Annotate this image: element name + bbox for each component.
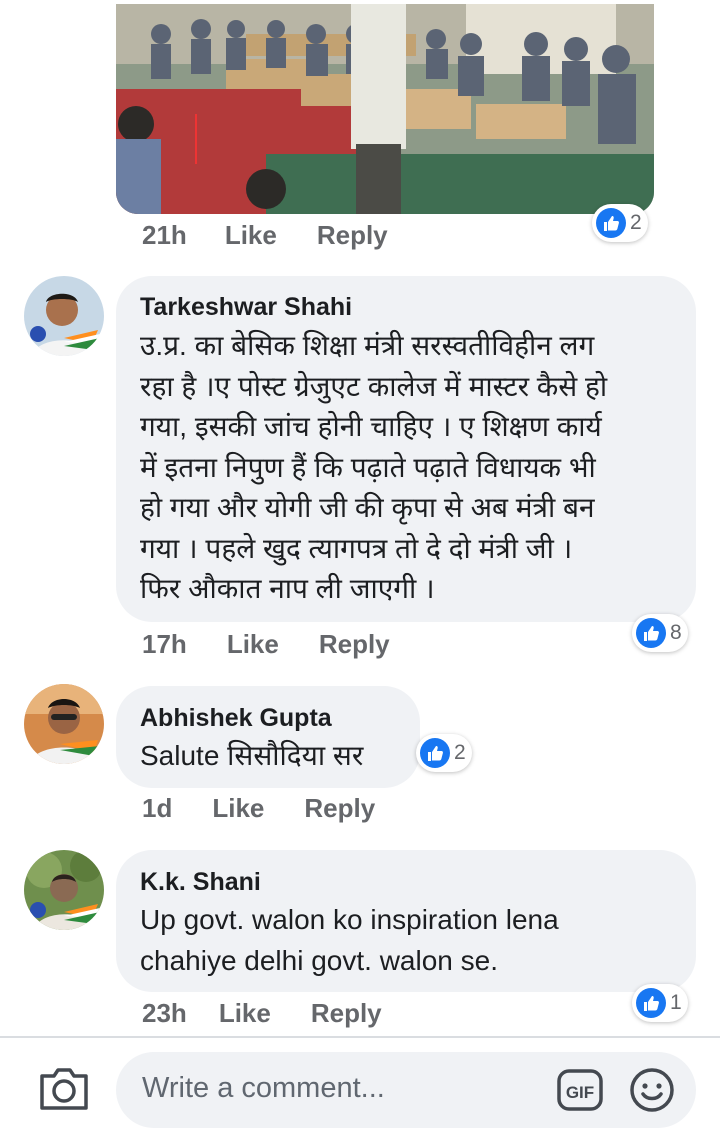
camera-icon[interactable]: [38, 1064, 90, 1112]
like-icon: [635, 987, 667, 1019]
comment-text: Salute सिसौदिया सर: [140, 736, 363, 777]
gif-icon[interactable]: GIF: [556, 1066, 604, 1114]
comment-meta: 1d Like Reply: [142, 788, 375, 828]
comment-line: Salute सिसौदिया सर: [140, 740, 364, 771]
post-reply-link[interactable]: Reply: [317, 220, 388, 251]
comment-time: 17h: [142, 628, 187, 659]
comment-reply-link[interactable]: Reply: [304, 793, 375, 824]
reaction-count: 2: [454, 741, 466, 764]
like-icon: [419, 737, 451, 769]
comment-line: गया । पहले खुद त्यागपत्र तो दे दो मंत्री…: [140, 532, 573, 564]
comment-bubble: Abhishek Gupta Salute सिसौदिया सर: [116, 686, 420, 788]
reaction-count: 8: [670, 621, 682, 644]
comment-line: फिर औकात नाप ली जाएगी ।: [140, 573, 435, 604]
comment-author[interactable]: Abhishek Gupta: [140, 704, 332, 733]
comment-reply-link[interactable]: Reply: [311, 998, 382, 1029]
post-reaction-count[interactable]: 2: [592, 204, 648, 242]
comment-author[interactable]: Tarkeshwar Shahi: [140, 293, 352, 322]
comment-bubble: K.k. Shani Up govt. walon ko inspiration…: [116, 850, 696, 992]
comment-line: Up govt. walon ko inspiration lena: [140, 904, 559, 935]
comment-meta: 17h Like Reply: [142, 624, 390, 664]
comment-like-link[interactable]: Like: [219, 998, 271, 1029]
composer-divider: [0, 1036, 720, 1038]
comment-text: Up govt. walon ko inspiration lena chahi…: [140, 900, 559, 981]
post-like-link[interactable]: Like: [225, 220, 277, 251]
comment-meta: 23h Like Reply: [142, 993, 382, 1033]
comment-line: chahiye delhi govt. walon se.: [140, 944, 498, 976]
comment-reaction-count[interactable]: 2: [416, 734, 472, 772]
comment-like-link[interactable]: Like: [212, 793, 264, 824]
comment-like-link[interactable]: Like: [227, 629, 279, 660]
comment-reply-link[interactable]: Reply: [319, 629, 390, 660]
comment-time: 1d: [142, 792, 173, 823]
comment-composer[interactable]: Write a comment... GIF: [116, 1052, 696, 1128]
comment-reaction-count[interactable]: 8: [632, 614, 688, 652]
comment-line: में इतना निपुण हैं कि पढ़ाते पढ़ाते विधा…: [140, 451, 596, 483]
comment-text: उ.प्र. का बेसिक शिक्षा मंत्री सरस्वतीविह…: [140, 326, 607, 610]
comment-time: 23h: [142, 997, 187, 1028]
smile-icon[interactable]: [628, 1066, 676, 1114]
gif-label: GIF: [566, 1083, 594, 1102]
comment-line: हो गया और योगी जी की कृपा से अब मंत्री ब…: [140, 492, 595, 523]
comment-author[interactable]: K.k. Shani: [140, 868, 261, 897]
post-photo[interactable]: [116, 4, 654, 214]
post-meta: 21h Like Reply: [142, 215, 388, 255]
comment-line: रहा है ।ए पोस्ट ग्रेजुएट कालेज में मास्ट…: [140, 370, 608, 402]
comment-line: गया, इसकी जांच होनी चाहिए । ए शिक्षण कार…: [140, 411, 602, 442]
reaction-count: 1: [670, 991, 682, 1014]
avatar[interactable]: [24, 276, 104, 356]
avatar[interactable]: [24, 684, 104, 764]
like-icon: [595, 207, 627, 239]
avatar[interactable]: [24, 850, 104, 930]
like-icon: [635, 617, 667, 649]
comment-input[interactable]: Write a comment...: [142, 1072, 385, 1105]
comment-line: उ.प्र. का बेसिक शिक्षा मंत्री सरस्वतीविह…: [140, 330, 595, 361]
comment-reaction-count[interactable]: 1: [632, 984, 688, 1022]
reaction-count: 2: [630, 211, 642, 234]
comment-bubble: Tarkeshwar Shahi उ.प्र. का बेसिक शिक्षा …: [116, 276, 696, 622]
post-time: 21h: [142, 219, 187, 250]
